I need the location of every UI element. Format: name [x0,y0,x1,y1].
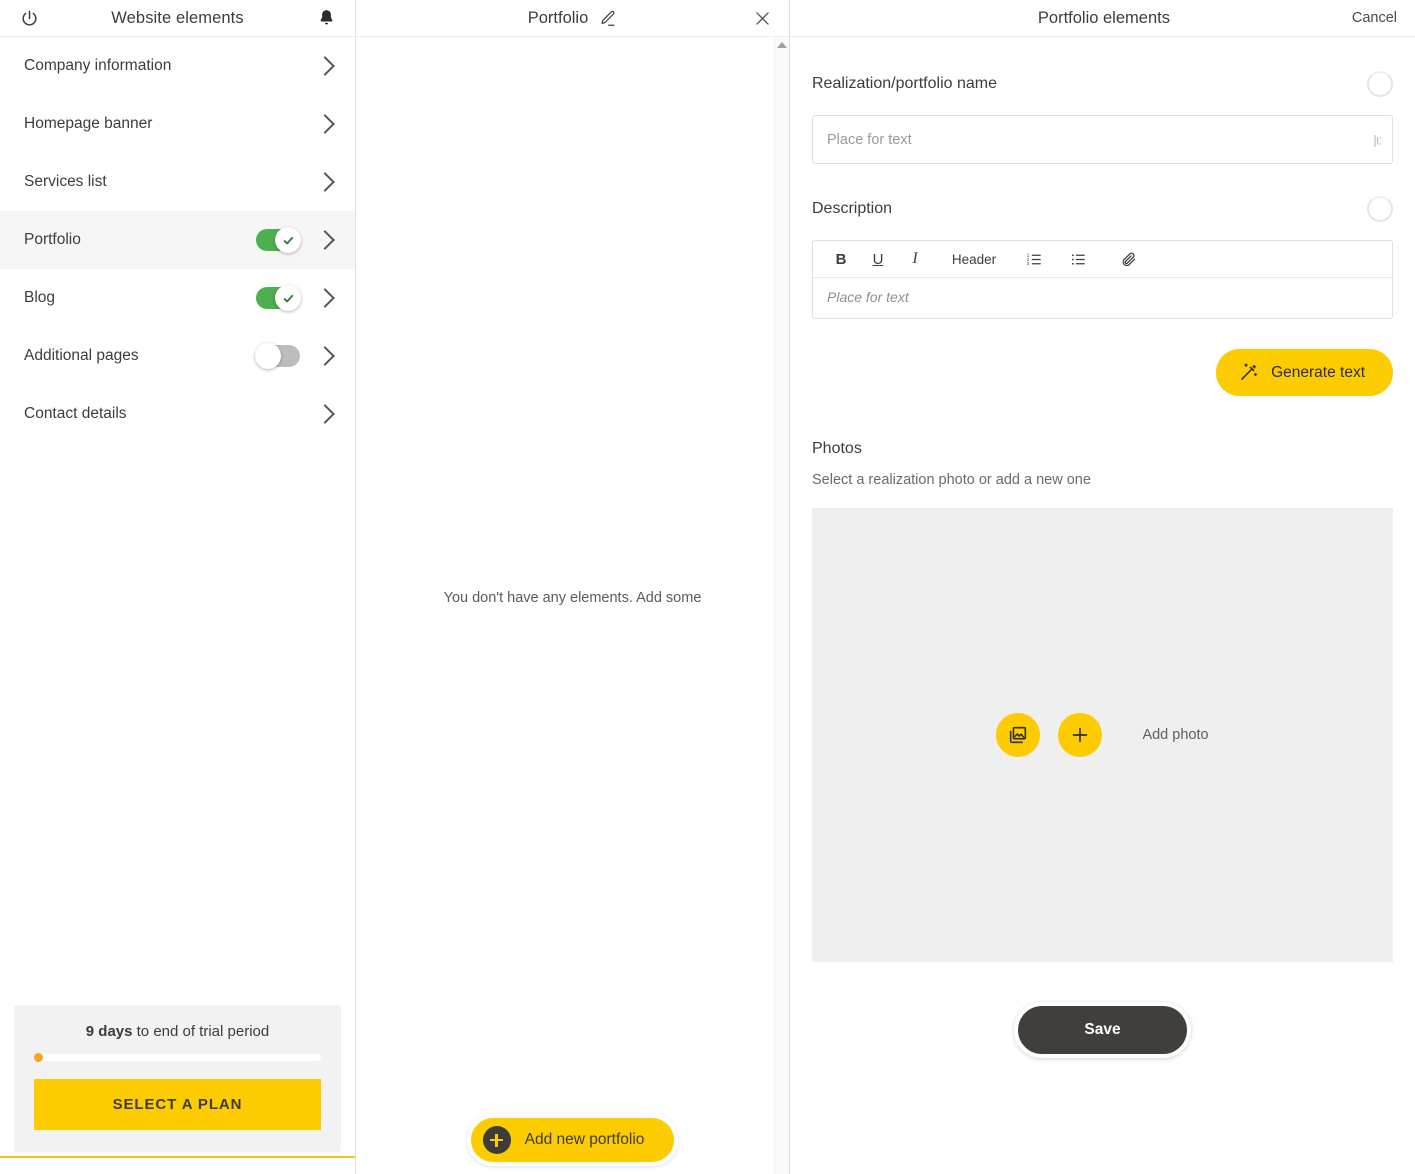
portfolio-panel-header: Portfolio [356,0,789,37]
chevron-right-icon[interactable] [315,56,335,76]
description-editor: B U I Header 1 2 3 Place for text [812,240,1393,319]
chevron-right-icon[interactable] [315,172,335,192]
sidebar-item-company-information[interactable]: Company information [0,37,355,95]
chevron-right-icon[interactable] [315,114,335,134]
add-new-portfolio-button[interactable]: Add new portfolio [466,1114,679,1166]
bullet-list-icon[interactable] [1064,246,1092,272]
generate-text-label: Generate text [1271,363,1365,381]
add-portfolio-wrap: Add new portfolio [356,1114,789,1166]
name-input-wrap: |ı: [812,115,1393,164]
photo-dropzone[interactable]: Add photo [812,508,1393,962]
name-field-label: Realization/portfolio name [812,75,997,92]
photos-subtitle: Select a realization photo or add a new … [812,472,1091,488]
sidebar-item-label: Homepage banner [24,115,153,132]
photo-controls: Add photo [812,713,1393,757]
close-icon[interactable] [749,5,775,31]
toggle-knob [275,285,301,311]
portfolio-list-body: You don't have any elements. Add some [356,37,789,1174]
save-button[interactable]: Save [1014,1002,1191,1058]
gallery-icon[interactable] [996,713,1041,757]
trial-text: 9 days to end of trial period [34,1023,321,1040]
sidebar-item-portfolio[interactable]: Portfolio [0,211,355,269]
description-textarea[interactable]: Place for text [813,278,1392,318]
sidebar-item-services-list[interactable]: Services list [0,153,355,211]
generate-text-row: Generate text [812,349,1393,396]
underline-icon[interactable]: U [864,246,892,272]
plus-icon [482,1126,511,1154]
additional-pages-toggle[interactable] [255,343,300,369]
cancel-button[interactable]: Cancel [1352,10,1397,26]
photos-label: Photos [812,440,862,457]
trial-card: 9 days to end of trial period SELECT A P… [14,1005,341,1152]
svg-text:3: 3 [1026,261,1029,266]
description-spinner-icon [1367,196,1393,222]
ordered-list-icon[interactable]: 1 2 3 [1020,246,1048,272]
portfolio-panel-title-group: Portfolio [370,9,749,28]
sidebar-item-label: Portfolio [24,231,81,248]
portfolio-panel-title: Portfolio [527,8,589,27]
sidebar-bottom-rule [0,1156,355,1158]
portfolio-elements-panel: Portfolio elements Cancel Realization/po… [790,0,1415,1174]
portfolio-toggle[interactable] [256,227,301,253]
sidebar-header: Website elements [0,0,355,37]
trial-suffix: to end of trial period [132,1023,270,1040]
add-photo-plus-icon[interactable] [1058,713,1103,757]
italic-icon[interactable]: I [901,246,929,272]
link-icon[interactable] [1114,246,1142,272]
name-field-block: Realization/portfolio name |ı: [812,71,1393,164]
trial-days: 9 days [85,1023,133,1040]
portfolio-list-scrollbar[interactable] [774,37,789,1174]
sidebar-title: Website elements [111,8,244,27]
photos-block: Photos Select a realization photo or add… [812,440,1393,962]
header-button[interactable]: Header [948,246,1000,272]
sidebar: Website elements Company information Hom… [0,0,356,1174]
toggle-knob [275,227,301,253]
description-head: Description [812,196,1393,222]
portfolio-elements-title: Portfolio elements [1037,8,1170,27]
description-block: Description B U I Header 1 2 3 Place for… [812,196,1393,396]
sidebar-item-label: Blog [24,289,56,306]
portfolio-elements-body: Realization/portfolio name |ı: Descripti… [790,37,1415,1174]
app-root: Website elements Company information Hom… [0,0,1415,1174]
generate-text-button[interactable]: Generate text [1216,349,1393,396]
sidebar-item-contact-details[interactable]: Contact details [0,385,355,443]
chevron-right-icon[interactable] [315,404,335,424]
name-input[interactable] [812,115,1393,164]
sidebar-item-blog[interactable]: Blog [0,269,355,327]
editor-toolbar: B U I Header 1 2 3 [813,241,1392,278]
bold-icon[interactable]: B [827,246,855,272]
sidebar-item-label: Contact details [24,405,127,422]
bell-icon[interactable] [313,5,339,31]
description-label: Description [812,200,893,217]
toggle-knob [255,343,281,369]
chevron-right-icon[interactable] [315,288,335,308]
select-a-plan-button[interactable]: SELECT A PLAN [34,1079,321,1130]
pencil-icon[interactable] [598,9,617,28]
chevron-right-icon[interactable] [315,230,335,250]
magic-wand-icon [1238,362,1259,383]
scroll-up-arrow-icon[interactable] [777,42,787,48]
save-row: Save [812,962,1393,1058]
name-field-head: Realization/portfolio name [812,71,1393,97]
trial-progress-bar [34,1053,321,1062]
portfolio-list-panel: Portfolio You don't have any elements. A… [356,0,790,1174]
sidebar-item-additional-pages[interactable]: Additional pages [0,327,355,385]
portfolio-elements-header: Portfolio elements Cancel [790,0,1415,37]
blog-toggle[interactable] [256,285,301,311]
name-field-spinner-icon [1367,71,1393,97]
trial-progress-dot [34,1053,43,1062]
sidebar-item-label: Company information [24,57,172,74]
empty-state-message: You don't have any elements. Add some [443,589,702,606]
chevron-right-icon[interactable] [315,346,335,366]
sidebar-nav: Company information Homepage banner Serv… [0,37,355,443]
sidebar-item-label: Additional pages [24,347,139,364]
sidebar-item-label: Services list [24,173,107,190]
add-photo-label: Add photo [1142,727,1209,743]
add-new-portfolio-label: Add new portfolio [524,1131,645,1148]
power-icon[interactable] [16,5,42,31]
sidebar-item-homepage-banner[interactable]: Homepage banner [0,95,355,153]
